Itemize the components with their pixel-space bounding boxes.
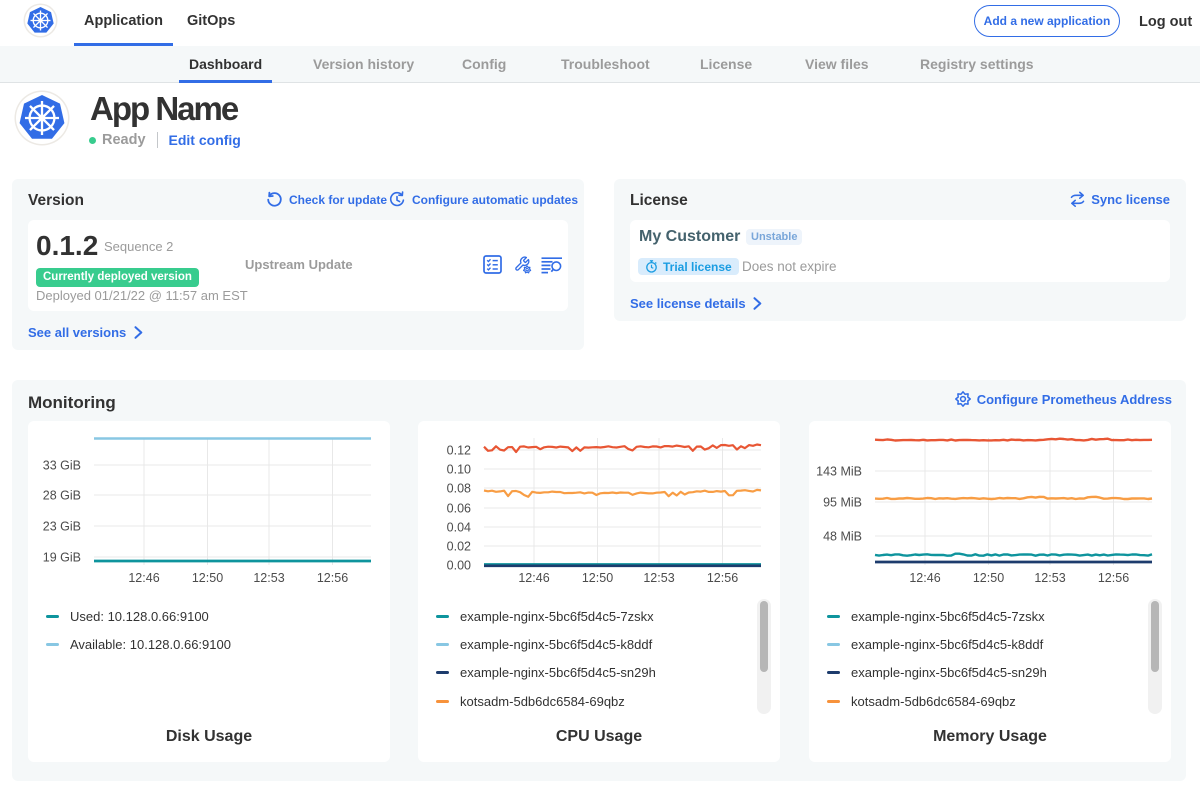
svg-text:0.02: 0.02 [447, 540, 471, 554]
svg-text:12:46: 12:46 [909, 571, 940, 585]
svg-text:12:56: 12:56 [707, 571, 738, 585]
svg-text:12:56: 12:56 [317, 571, 348, 585]
svg-text:12:53: 12:53 [643, 571, 674, 585]
svg-text:0.08: 0.08 [447, 482, 471, 496]
svg-text:12:50: 12:50 [973, 571, 1004, 585]
svg-text:12:50: 12:50 [192, 571, 223, 585]
svg-text:0.00: 0.00 [447, 559, 471, 573]
svg-text:143 MiB: 143 MiB [816, 465, 862, 479]
svg-text:0.10: 0.10 [447, 463, 471, 477]
svg-text:12:53: 12:53 [253, 571, 284, 585]
svg-text:23 GiB: 23 GiB [43, 520, 81, 534]
svg-text:12:53: 12:53 [1034, 571, 1065, 585]
svg-text:12:50: 12:50 [582, 571, 613, 585]
svg-text:28 GiB: 28 GiB [43, 489, 81, 503]
svg-text:0.06: 0.06 [447, 502, 471, 516]
svg-text:48 MiB: 48 MiB [823, 530, 862, 544]
svg-text:95 MiB: 95 MiB [823, 496, 862, 510]
svg-text:0.12: 0.12 [447, 444, 471, 458]
svg-text:12:46: 12:46 [128, 571, 159, 585]
svg-text:12:46: 12:46 [518, 571, 549, 585]
svg-text:0.04: 0.04 [447, 521, 471, 535]
svg-text:33 GiB: 33 GiB [43, 459, 81, 473]
svg-text:12:56: 12:56 [1098, 571, 1129, 585]
svg-text:19 GiB: 19 GiB [43, 551, 81, 565]
